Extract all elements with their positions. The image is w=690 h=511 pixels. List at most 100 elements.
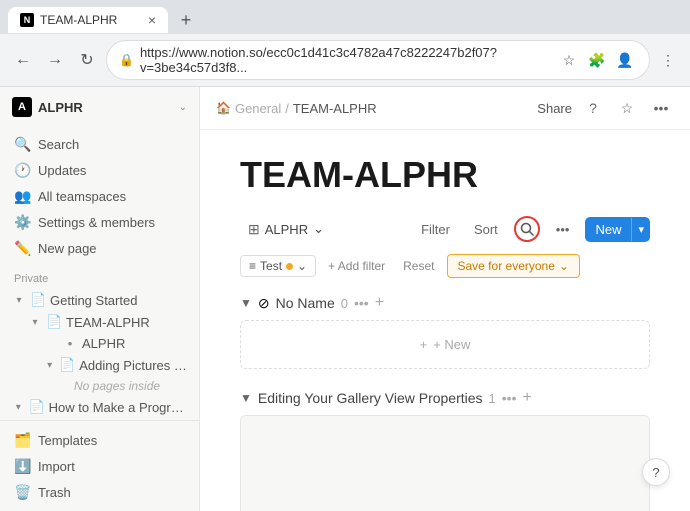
main-content: 🏠 General / TEAM-ALPHR Share ? ☆ ••• TEA… <box>200 87 690 511</box>
workspace-header[interactable]: A ALPHR ⌄ <box>0 87 199 127</box>
browser-chrome: N TEAM-ALPHR × + ← → ↻ 🔒 https://www.not… <box>0 0 690 87</box>
filter-button[interactable]: Filter <box>413 218 458 241</box>
tab-close-button[interactable]: × <box>148 13 156 27</box>
bookmark-button[interactable]: ☆ <box>557 48 581 72</box>
help-circle-button[interactable]: ? <box>580 95 606 121</box>
sidebar-nav: 🔍 Search 🕐 Updates 👥 All teamspaces ⚙️ S… <box>0 127 199 265</box>
workspace-icon: A <box>12 97 32 117</box>
tree-label-getting-started: Getting Started <box>50 293 137 308</box>
sidebar-item-updates[interactable]: 🕐 Updates <box>6 157 193 183</box>
filter-bar: ≡ Test ⌄ + Add filter Reset Save for eve… <box>240 254 650 278</box>
new-record-label: New <box>585 217 631 242</box>
sidebar-tree: ▾ 📄 Getting Started ▾ 📄 TEAM-ALPHR <box>0 289 199 420</box>
tree-item-progress: ▾ 📄 How to Make a Progress... ▸ • Table <box>6 396 193 420</box>
sidebar-item-teamspaces[interactable]: 👥 All teamspaces <box>6 183 193 209</box>
sidebar-item-settings-label: Settings & members <box>38 215 155 230</box>
filter-list-icon: ≡ <box>249 259 256 273</box>
plus-icon: + <box>420 337 428 352</box>
sidebar-item-import[interactable]: ⬇️ Import <box>6 453 193 479</box>
filter-tag[interactable]: ≡ Test ⌄ <box>240 255 316 277</box>
sidebar-item-templates[interactable]: 🗂️ Templates <box>6 427 193 453</box>
url-text: https://www.notion.so/ecc0c1d41c3c4782a4… <box>140 45 551 75</box>
group-editing: ▼ Editing Your Gallery View Properties 1… <box>240 389 650 511</box>
new-page-icon: ✏️ <box>14 239 32 257</box>
db-view-name: ALPHR <box>265 222 308 237</box>
share-button[interactable]: Share <box>537 101 572 116</box>
save-everyone-chevron-icon: ⌄ <box>559 259 569 273</box>
group-icon-circle: ⊘ <box>258 295 270 312</box>
page-content: TEAM-ALPHR ⊞ ALPHR ⌄ Filter Sort ••• <box>200 130 690 511</box>
new-tab-button[interactable]: + <box>172 6 200 34</box>
sidebar-item-trash-label: Trash <box>38 485 71 500</box>
page-icon: 📄 <box>59 357 75 373</box>
page-icon: 📄 <box>46 314 62 330</box>
tree-row-getting-started[interactable]: ▾ 📄 Getting Started <box>6 289 193 311</box>
page-icon: 📄 <box>29 399 45 415</box>
new-record-chevron-icon[interactable]: ▾ <box>631 218 650 241</box>
new-record-button[interactable]: New ▾ <box>585 217 650 242</box>
tree-row-progress[interactable]: ▾ 📄 How to Make a Progress... <box>6 396 193 418</box>
db-view-button[interactable]: ⊞ ALPHR ⌄ <box>240 217 332 242</box>
sidebar-item-search[interactable]: 🔍 Search <box>6 131 193 157</box>
add-card-button[interactable]: + + New <box>240 320 650 369</box>
refresh-button[interactable]: ↻ <box>74 47 100 73</box>
extension-button[interactable]: 🧩 <box>585 48 609 72</box>
sidebar-item-trash[interactable]: 🗑️ Trash <box>6 479 193 505</box>
workspace-name: ALPHR <box>38 100 173 115</box>
group-editing-toggle-icon[interactable]: ▼ <box>240 391 252 405</box>
sidebar-item-new-page[interactable]: ✏️ New page <box>6 235 193 261</box>
sidebar-item-settings[interactable]: ⚙️ Settings & members <box>6 209 193 235</box>
group-toggle-icon[interactable]: ▼ <box>240 296 252 310</box>
group-no-name: ▼ ⊘ No Name 0 ••• + + + New <box>240 294 650 369</box>
url-bar[interactable]: 🔒 https://www.notion.so/ecc0c1d41c3c4782… <box>106 40 650 80</box>
back-button[interactable]: ← <box>10 47 36 73</box>
group-editing-add-icon[interactable]: + <box>523 389 532 407</box>
tree-item-getting-started: ▾ 📄 Getting Started ▾ 📄 TEAM-ALPHR <box>6 289 193 396</box>
forward-button[interactable]: → <box>42 47 68 73</box>
sidebar-item-teamspaces-label: All teamspaces <box>38 189 126 204</box>
breadcrumb: 🏠 General / TEAM-ALPHR <box>216 101 377 116</box>
group-no-name-count: 0 <box>341 296 348 311</box>
group-editing-header: ▼ Editing Your Gallery View Properties 1… <box>240 389 650 407</box>
help-button[interactable]: ? <box>642 458 670 486</box>
more-button[interactable]: ⋮ <box>656 48 680 72</box>
tab-bar: N TEAM-ALPHR × + <box>0 0 690 34</box>
chevron-down-icon: ▾ <box>12 400 25 414</box>
url-actions: ☆ 🧩 👤 <box>557 48 637 72</box>
group-no-name-add-icon[interactable]: + <box>375 294 384 312</box>
gallery-card-editing[interactable]: Editing Your Gallery View Properties <box>240 415 650 511</box>
app-layout: A ALPHR ⌄ 🔍 Search 🕐 Updates 👥 All teams… <box>0 87 690 511</box>
import-icon: ⬇️ <box>14 457 32 475</box>
sidebar-item-templates-label: Templates <box>38 433 97 448</box>
tree-row-adding-pictures[interactable]: ▾ 📄 Adding Pictures to Yo... <box>38 354 193 376</box>
sidebar-item-new-page-label: New page <box>38 241 97 256</box>
search-icon: 🔍 <box>14 135 32 153</box>
search-circle-button[interactable] <box>514 216 540 242</box>
tree-label-progress: How to Make a Progress... <box>49 400 187 415</box>
breadcrumb-home-icon: 🏠 <box>216 101 231 115</box>
tree-row-alphr[interactable]: ▸ • ALPHR <box>38 333 193 354</box>
profile-button[interactable]: 👤 <box>613 48 637 72</box>
bookmark-star-button[interactable]: ☆ <box>614 95 640 121</box>
db-dots-button[interactable]: ••• <box>548 218 578 241</box>
filter-tag-chevron-icon: ⌄ <box>297 259 307 273</box>
save-for-everyone-button[interactable]: Save for everyone ⌄ <box>447 254 580 278</box>
private-section-label: Private <box>0 265 199 289</box>
group-no-name-dots-icon[interactable]: ••• <box>354 295 369 311</box>
lock-icon: 🔒 <box>119 53 134 67</box>
add-card-label: + New <box>433 337 470 352</box>
tree-item-adding-pictures: ▾ 📄 Adding Pictures to Yo... No pages in… <box>38 354 193 396</box>
group-editing-label: Editing Your Gallery View Properties <box>258 390 483 406</box>
sort-button[interactable]: Sort <box>466 218 506 241</box>
reset-filter-button[interactable]: Reset <box>397 256 440 276</box>
active-tab[interactable]: N TEAM-ALPHR × <box>8 7 168 33</box>
tree-row-team-alphr[interactable]: ▾ 📄 TEAM-ALPHR <box>22 311 193 333</box>
add-filter-button[interactable]: + Add filter <box>322 256 391 276</box>
more-options-button[interactable]: ••• <box>648 95 674 121</box>
header-actions: Share ? ☆ ••• <box>537 95 674 121</box>
breadcrumb-separator: / <box>285 101 289 116</box>
templates-icon: 🗂️ <box>14 431 32 449</box>
db-toolbar: ⊞ ALPHR ⌄ Filter Sort ••• New ▾ <box>240 216 650 242</box>
save-everyone-label: Save for everyone <box>458 259 555 273</box>
group-editing-dots-icon[interactable]: ••• <box>502 390 517 406</box>
